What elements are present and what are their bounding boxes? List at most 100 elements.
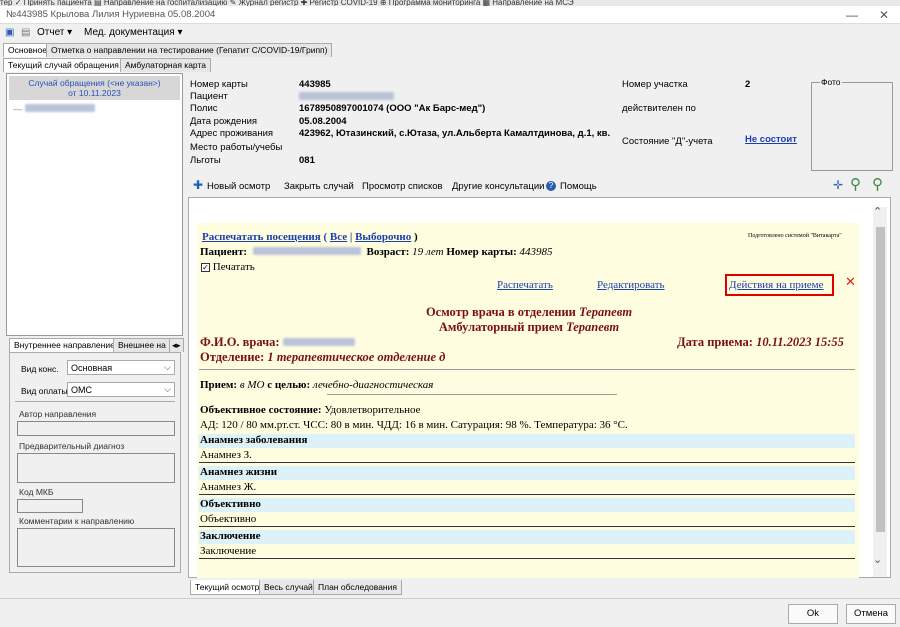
tab-current-case[interactable]: Текущий случай обращения [3,58,124,72]
mkb-label: Код МКБ [19,487,54,497]
ok-button[interactable]: Ok [788,604,838,624]
vitals-row: АД: 120 / 80 мм.рт.ст. ЧСС: 80 в мин. ЧД… [200,419,628,431]
view-lists-button[interactable]: Просмотр списков [362,181,443,192]
case-tree-subitem[interactable]: — [13,104,95,114]
help-button[interactable]: Помощь [560,181,597,192]
edit-link[interactable]: Редактировать [597,279,665,291]
work-label: Место работы/учебы [190,142,283,153]
case-item-line2: от 10.11.2023 [68,88,121,98]
scrollbar-thumb[interactable] [876,227,885,532]
mkb-field[interactable] [17,499,83,513]
close-case-button[interactable]: Закрыть случай [284,181,354,192]
consult-kind-select[interactable]: Основная ⌵ [67,360,175,375]
scroll-down-icon[interactable]: ⌄ [873,553,882,566]
save-icon[interactable]: ▣ [5,27,14,38]
paren-close: ) [414,231,418,243]
reception-heading-spec: Терапевт [566,320,620,334]
divider [199,369,855,370]
patient-label: Пациент [190,91,228,102]
divider [15,401,175,402]
comments-field[interactable] [17,528,175,567]
selective-link[interactable]: Выборочно [355,231,411,243]
print-link[interactable]: Распечатать [497,279,553,291]
valid-until-label: действителен по [622,103,696,114]
doc-card-label: Номер карты: [446,246,517,258]
d-status-label: Состояние "Д"-учета [622,136,713,147]
reception-purpose-label: с целью: [267,379,311,391]
policy-label: Полис [190,103,218,114]
consult-kind-label: Вид конс. [21,364,59,374]
med-docs-menu[interactable]: Мед. документация ▾ [84,27,182,38]
chevron-down-icon: ⌵ [164,362,171,372]
d-status-link[interactable]: Не состоит [745,134,797,145]
scrollbar[interactable]: ⌃ ⌄ [873,205,887,577]
cancel-button[interactable]: Отмена [846,604,896,624]
scroll-up-icon[interactable]: ⌃ [873,205,882,218]
photo-label: Фото [820,77,842,87]
section-value-objective: Объективно [199,513,855,527]
address-label: Адрес проживания [190,128,274,139]
doctor-name-redacted [282,338,355,346]
department-label: Отделение: [200,350,265,364]
help-icon[interactable]: ? [546,181,556,191]
close-window-button[interactable]: ✕ [874,8,894,22]
print-visits-row: Распечатать посещения ( Все | Выборочно … [202,231,418,243]
case-tree-item[interactable]: Случай обращения (<не указан>) от 10.11.… [9,76,180,100]
close-icon[interactable]: ✕ [845,274,856,290]
report-menu[interactable]: Отчет ▾ [37,27,72,38]
district-label: Номер участка [622,79,688,90]
plus-icon[interactable]: ✚ [193,178,203,192]
minimize-button[interactable]: — [842,8,862,22]
all-link[interactable]: Все [330,231,347,243]
department-value: 1 терапевтическое отделение д [267,350,446,364]
policy-value: 1678950897001074 (ООО "Ак Барс-мед") [299,103,486,114]
zoom-out-icon[interactable]: ⚲ [872,175,883,193]
card-number-label: Номер карты [190,79,248,90]
exam-heading: Осмотр врача в отделении Терапевт [320,305,738,320]
tab-outpatient-card[interactable]: Амбулаторная карта [120,58,211,72]
address-value: 423962, Ютазинский, с.Ютаза, ул.Альберта… [299,128,611,139]
case-tree-panel: Случай обращения (<не указан>) от 10.11.… [6,73,183,336]
payment-kind-label: Вид оплаты [21,386,68,396]
patient-row: Пациент: Возраст: 19 лет Номер карты: 44… [200,246,553,258]
print-checkbox[interactable]: ✓ [201,263,210,272]
doctor-label: Ф.И.О. врача: [200,335,280,349]
tab-whole-case[interactable]: Весь случай [259,580,318,595]
tab-main[interactable]: Основное [3,43,52,57]
payment-kind-select[interactable]: ОМС ⌵ [67,382,175,397]
doc-patient-label: Пациент: [200,246,248,258]
exam-heading-text: Осмотр врача в отделении [425,305,576,319]
case-item-line1: Случай обращения (<не указан>) [28,78,161,88]
tab-exam-plan[interactable]: План обследования [313,580,402,595]
divider [327,394,617,395]
document-icon[interactable]: ▤ [21,27,30,38]
dob-value: 05.08.2004 [299,116,347,127]
prelim-diagnosis-field[interactable] [17,453,175,483]
tab-external-referral[interactable]: Внешнее на [113,338,171,352]
section-header-objective: Объективно [199,498,855,512]
comments-label: Комментарии к направлению [19,516,135,526]
reception-heading: Амбулаторный прием Терапевт [320,320,738,335]
other-consult-button[interactable]: Другие консультации [452,181,544,192]
reception-label: Прием: [200,379,238,391]
author-field[interactable] [17,421,175,436]
menu-bar: ▣ ▤ Отчет ▾ Мед. документация ▾ [0,25,900,42]
tab-testing-referral[interactable]: Отметка о направлении на тестирование (Г… [46,43,333,57]
tab-current-exam[interactable]: Текущий осмотр [190,580,265,595]
tab-scroll-arrows[interactable]: ◂▸ [169,338,184,352]
print-visits-link[interactable]: Распечатать посещения [202,231,321,243]
window-title: №443985 Крылова Лилия Нуриевна 05.08.200… [6,9,216,20]
prelim-diagnosis-label: Предварительный диагноз [19,441,125,451]
actions-link[interactable]: Действия на приеме [729,279,824,291]
zoom-in-icon[interactable]: ⚲ [850,175,861,193]
section-header-disease-history: Анамнез заболевания [199,434,855,448]
section-value-conclusion: Заключение [199,545,855,559]
crosshair-icon[interactable]: ✛ [833,178,843,192]
reception-row: Прием: в МО с целью: лечебно-диагностиче… [200,379,433,391]
new-exam-button[interactable]: Новый осмотр [207,181,270,192]
section-header-life-history: Анамнез жизни [199,466,855,480]
doc-patient-name-redacted [252,247,361,255]
divider [0,598,900,599]
tab-internal-referral[interactable]: Внутреннее направление [9,338,120,352]
print-checkbox-row[interactable]: ✓ Печатать [201,261,255,273]
